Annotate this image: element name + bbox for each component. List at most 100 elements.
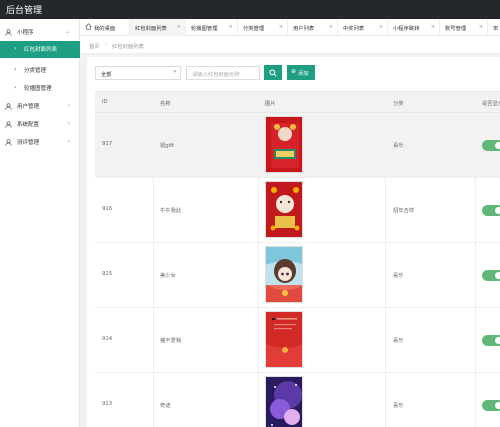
- close-icon[interactable]: ×: [177, 24, 181, 30]
- add-button-label: 添加: [298, 71, 309, 77]
- table-row[interactable]: 913 奇迹 喜乐: [95, 373, 500, 427]
- chevron-down-icon: ⌄: [64, 28, 70, 35]
- cell-id: 915: [102, 271, 113, 277]
- sidebar-item-evaluation[interactable]: 测评管理 ‹: [0, 134, 80, 151]
- tab-label: 宋: [493, 26, 499, 32]
- cell-name: 奇迹: [160, 403, 171, 409]
- column-header-name: 名称: [160, 101, 171, 107]
- cell-category: 喜乐: [393, 338, 404, 344]
- chevron-right-icon: ›: [14, 45, 17, 52]
- close-icon[interactable]: ×: [479, 24, 483, 30]
- sidebar-item-label: 小程序: [17, 30, 34, 36]
- cell-name: 鼠gift: [160, 143, 174, 149]
- tab-mini-jump[interactable]: 小程序跳转 ×: [388, 19, 440, 36]
- user-icon: [5, 139, 12, 146]
- tab-label: 用户列表: [293, 26, 315, 32]
- sidebar-item-users[interactable]: 用户管理 ‹: [0, 98, 80, 115]
- tab-bar: 我的桌面 红包封面列表 × 轮播图管理 × 分类管理 × 用户列表 × 中奖列表…: [80, 19, 500, 36]
- column-header-image: 图片: [265, 101, 276, 107]
- tab-label: 小程序跳转: [393, 26, 420, 32]
- add-button[interactable]: ⊕ 添加: [287, 65, 315, 80]
- tab-label: 分类管理: [243, 26, 265, 32]
- sidebar-item-label: 红包封面列表: [24, 47, 58, 53]
- tab-account[interactable]: 账号管理 ×: [440, 19, 488, 36]
- close-icon[interactable]: ×: [279, 24, 283, 30]
- breadcrumb-home[interactable]: 首页: [89, 42, 100, 50]
- tab-more[interactable]: 宋: [488, 19, 500, 36]
- cell-category: 喜乐: [393, 273, 404, 279]
- chevron-right-icon: ›: [14, 66, 17, 73]
- sidebar-item-system[interactable]: 系统配置 ‹: [0, 116, 80, 133]
- cell-name: 牛牛我此: [160, 208, 182, 214]
- app-title: 后台管理: [6, 6, 43, 16]
- home-icon: [85, 23, 92, 30]
- cell-id: 917: [102, 141, 113, 147]
- tab-label: 中奖列表: [343, 26, 365, 32]
- tab-label: 红包封面列表: [135, 26, 167, 32]
- breadcrumb-separator: /: [105, 42, 107, 48]
- cover-thumbnail[interactable]: [265, 311, 303, 368]
- tab-desktop[interactable]: 我的桌面: [80, 19, 130, 36]
- cell-id: 913: [102, 401, 113, 407]
- close-icon[interactable]: ×: [229, 24, 233, 30]
- sidebar-item-label: 测评管理: [17, 140, 40, 146]
- column-header-category: 分类: [393, 101, 404, 107]
- chevron-left-icon: ‹: [67, 120, 70, 127]
- chevron-right-icon: ›: [14, 84, 17, 91]
- tab-prize-list[interactable]: 中奖列表 ×: [338, 19, 388, 36]
- cover-thumbnail[interactable]: [265, 246, 303, 303]
- breadcrumb: 首页 / 红包封面列表: [80, 36, 500, 54]
- sidebar-item-category[interactable]: › 分类管理: [0, 62, 80, 79]
- display-toggle[interactable]: [482, 205, 500, 216]
- cell-category: 招年吉祥: [393, 208, 415, 214]
- cell-id: 916: [102, 206, 113, 212]
- tab-category[interactable]: 分类管理 ×: [238, 19, 288, 36]
- tab-cover-list[interactable]: 红包封面列表 ×: [130, 19, 186, 36]
- cover-thumbnail[interactable]: [265, 116, 303, 173]
- table-row[interactable]: 916 牛牛我此 招年吉祥: [95, 178, 500, 243]
- chevron-left-icon: ‹: [67, 138, 70, 145]
- user-icon: [5, 29, 12, 36]
- close-icon[interactable]: ×: [431, 24, 435, 30]
- search-button[interactable]: [264, 65, 282, 80]
- table-row[interactable]: 914 猪不爱我 喜乐: [95, 308, 500, 373]
- tab-label: 账号管理: [445, 26, 467, 32]
- sidebar-item-label: 系统配置: [17, 122, 40, 128]
- close-icon[interactable]: ×: [379, 24, 383, 30]
- sidebar-item-label: 用户管理: [17, 104, 40, 110]
- top-bar: 后台管理: [0, 0, 500, 19]
- column-header-status: 是否显示: [482, 101, 500, 107]
- chevron-down-icon: ▾: [173, 69, 176, 75]
- close-icon[interactable]: ×: [329, 24, 333, 30]
- cell-id: 914: [102, 336, 113, 342]
- sidebar: 小程序 ⌄ › 红包封面列表 › 分类管理 › 轮播图管理 用户管理 ‹ 系统配…: [0, 19, 80, 427]
- display-toggle[interactable]: [482, 400, 500, 411]
- cover-thumbnail[interactable]: [265, 376, 303, 427]
- table-row[interactable]: 915 美少女 喜乐: [95, 243, 500, 308]
- sidebar-item-cover-list[interactable]: › 红包封面列表: [0, 41, 80, 58]
- tab-carousel[interactable]: 轮播图管理 ×: [186, 19, 238, 36]
- cell-name: 猪不爱我: [160, 338, 182, 344]
- cell-category: 喜乐: [393, 143, 404, 149]
- table-row[interactable]: 917 鼠gift 喜乐: [95, 113, 500, 178]
- user-icon: [5, 121, 12, 128]
- category-select[interactable]: 全部 ▾: [95, 66, 181, 80]
- display-toggle[interactable]: [482, 335, 500, 346]
- display-toggle[interactable]: [482, 270, 500, 281]
- cover-thumbnail[interactable]: [265, 181, 303, 238]
- sidebar-item-carousel[interactable]: › 轮播图管理: [0, 80, 80, 97]
- tab-user-list[interactable]: 用户列表 ×: [288, 19, 338, 36]
- search-input[interactable]: 请输入红包封面名称: [186, 66, 260, 80]
- search-icon: [269, 69, 277, 77]
- display-toggle[interactable]: [482, 140, 500, 151]
- tab-label: 轮播图管理: [191, 26, 218, 32]
- cell-name: 美少女: [160, 273, 176, 279]
- user-icon: [5, 103, 12, 110]
- sidebar-item-mini-program[interactable]: 小程序 ⌄: [0, 24, 80, 41]
- select-value: 全部: [101, 72, 112, 78]
- sidebar-item-label: 轮播图管理: [24, 86, 52, 92]
- sidebar-item-label: 分类管理: [24, 68, 47, 74]
- column-header-id: ID: [102, 99, 108, 105]
- plus-icon: ⊕: [291, 68, 297, 75]
- tab-label: 我的桌面: [94, 26, 116, 32]
